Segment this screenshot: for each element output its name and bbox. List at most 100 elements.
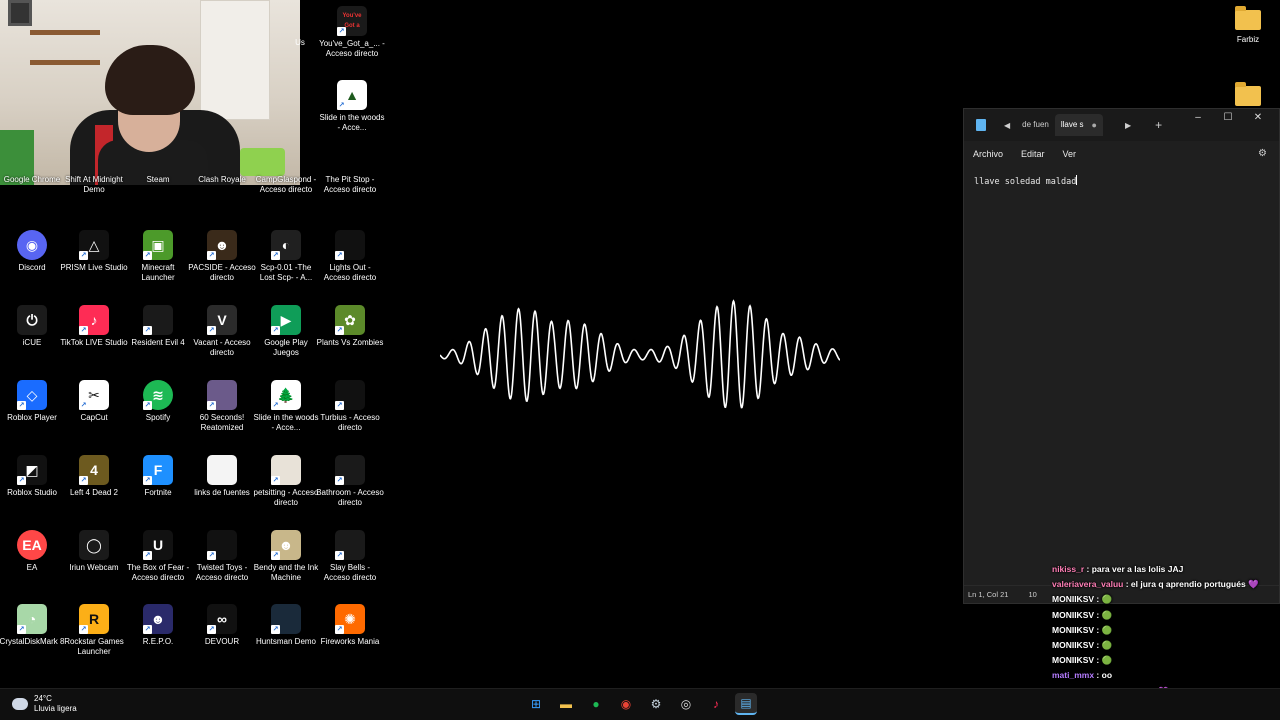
desktop-icon-resident-evil-4[interactable]: ↗ Resident Evil 4: [124, 305, 192, 348]
folder-icon: [1235, 82, 1261, 106]
menu-ver[interactable]: Ver: [1063, 149, 1077, 159]
shortcut-arrow-icon: ↗: [207, 401, 216, 410]
shortcut-arrow-icon: ↗: [143, 625, 152, 634]
shortcut-arrow-icon: ↗: [79, 476, 88, 485]
desktop-icon-left-4-dead-2[interactable]: 4 ↗ Left 4 Dead 2: [60, 455, 128, 498]
desktop-icon-huntsman-demo[interactable]: ↗ Huntsman Demo: [252, 604, 320, 647]
desktop-icon-slay-bells-acceso-directo[interactable]: ↗ Slay Bells - Acceso directo: [316, 530, 384, 583]
app-icon: 🌲 ↗: [271, 380, 301, 410]
menu-archivo[interactable]: Archivo: [973, 149, 1003, 159]
desktop-icon-youve-got[interactable]: You've Got a ↗ You've_Got_a_... - Acceso…: [318, 6, 386, 59]
desktop-icon-label: Discord: [18, 263, 46, 272]
desktop-icon-lights-out-acceso-directo[interactable]: ↗ Lights Out - Acceso directo: [316, 230, 384, 283]
poster: [8, 0, 32, 26]
desktop-icon-label: Steam: [146, 175, 170, 184]
steam-icon[interactable]: ⚙: [645, 693, 667, 715]
desktop-icon-label: You've_Got_a_... - Acceso directo: [319, 39, 385, 58]
desktop-icon-petsitting-acceso-directo[interactable]: ↗ petsitting - Acceso directo: [252, 455, 320, 508]
shortcut-arrow-icon: ↗: [335, 326, 344, 335]
desktop-icon-slide-in-the-woods-acce[interactable]: 🌲 ↗ Slide in the woods - Acce...: [252, 380, 320, 433]
desktop-icon-fireworks-mania[interactable]: ✺ ↗ Fireworks Mania: [316, 604, 384, 647]
tab-links-de-fuentes[interactable]: de fuen: [1016, 114, 1055, 136]
desktop-icon-the-pit-stop-acceso-directo[interactable]: The Pit Stop - Acceso directo: [316, 175, 384, 195]
desktop-icon-turbius-acceso-directo[interactable]: ↗ Turbius - Acceso directo: [316, 380, 384, 433]
desktop-icon-crystaldiskmark-8[interactable]: ◔ ↗ CrystalDiskMark 8: [0, 604, 66, 647]
desktop-icon-label: Vacant - Acceso directo: [193, 338, 251, 357]
desktop-icon-links-de-fuentes[interactable]: links de fuentes: [188, 455, 256, 498]
desktop-icon-plants-vs-zombies[interactable]: ✿ ↗ Plants Vs Zombies: [316, 305, 384, 348]
shortcut-arrow-icon: ↗: [17, 476, 26, 485]
chat-text: el jura q aprendio portugués 💜: [1130, 579, 1259, 590]
notepad-text-area[interactable]: llave soledad maldad: [964, 167, 1279, 587]
spotify-icon[interactable]: ●: [585, 693, 607, 715]
shortcut-arrow-icon: ↗: [143, 476, 152, 485]
chrome-icon[interactable]: ◉: [615, 693, 637, 715]
desktop-icon-google-play-juegos[interactable]: ▶ ↗ Google Play Juegos: [252, 305, 320, 358]
desktop-icon-google-chrome[interactable]: Google Chrome: [0, 175, 66, 185]
weather-temp: 24°C: [34, 694, 52, 703]
desktop-icon-campglaspond-acceso-directo[interactable]: CampGlaspond - Acceso directo: [252, 175, 320, 195]
app-glyph: ♪: [90, 312, 98, 328]
desktop-icon-bendy-and-the-ink-machine[interactable]: ☻ ↗ Bendy and the Ink Machine: [252, 530, 320, 583]
tab-llave[interactable]: llave s ●: [1054, 114, 1103, 136]
desktop-icon-rockstar-games-launcher[interactable]: R ↗ Rockstar Games Launcher: [60, 604, 128, 657]
desktop-icon-clash-royale[interactable]: Clash Royale: [188, 175, 256, 185]
menu-editar[interactable]: Editar: [1021, 149, 1045, 159]
desktop-icon-label: Rockstar Games Launcher: [64, 637, 124, 656]
tab-scroll-right-icon[interactable]: ▶: [1125, 121, 1131, 130]
desktop-icon-capcut[interactable]: ✂ ↗ CapCut: [60, 380, 128, 423]
app-glyph: EA: [22, 537, 42, 553]
notepad-icon[interactable]: ▤: [735, 693, 757, 715]
app-icon: ☻ ↗: [271, 530, 301, 560]
tab-scroll-left-icon[interactable]: ◀: [1004, 121, 1010, 130]
weather-widget[interactable]: 24°C Lluvia ligera: [12, 694, 77, 714]
desktop-icon-discord[interactable]: ◉ Discord: [0, 230, 66, 273]
minimize-button[interactable]: –: [1183, 109, 1213, 127]
settings-gear-icon[interactable]: ⚙: [1258, 148, 1267, 159]
start-icon[interactable]: ⊞: [525, 693, 547, 715]
desktop-icon-tiktok-live-studio[interactable]: ♪ ↗ TikTok LIVE Studio: [60, 305, 128, 348]
shortcut-arrow-icon: ↗: [271, 476, 280, 485]
desktop-icon-label: Twisted Toys - Acceso directo: [195, 563, 249, 582]
app-glyph: ✂: [88, 387, 100, 403]
shortcut-arrow-icon: ↗: [79, 326, 88, 335]
new-tab-button[interactable]: +: [1155, 118, 1162, 132]
desktop-icon-roblox-studio[interactable]: ◩ ↗ Roblox Studio: [0, 455, 66, 498]
desktop-icon-twisted-toys-acceso-directo[interactable]: ↗ Twisted Toys - Acceso directo: [188, 530, 256, 583]
chat-username: MONIIKSV: [1052, 639, 1095, 650]
close-button[interactable]: ✕: [1243, 109, 1273, 127]
tiktok-icon[interactable]: ♪: [705, 693, 727, 715]
desktop-icon-vacant-acceso-directo[interactable]: V ↗ Vacant - Acceso directo: [188, 305, 256, 358]
folder-label: Farbiz: [1236, 35, 1260, 44]
desktop-icon-ea[interactable]: EA EA: [0, 530, 66, 573]
chat-separator: :: [1094, 670, 1102, 681]
desktop-icon-shift-at-midnight-demo[interactable]: Shift At Midnight Demo: [60, 175, 128, 195]
desktop-icon-label: Fortnite: [144, 488, 172, 497]
obs-icon[interactable]: ◎: [675, 693, 697, 715]
desktop-icon-pacside-acceso-directo[interactable]: ☻ ↗ PACSIDE - Acceso directo: [188, 230, 256, 283]
editor-text: llave soledad maldad: [974, 177, 1077, 187]
desktop-icon-scp-0-01-the-lost-scp-a[interactable]: ◐ ↗ Scp-0.01 -The Lost Scp- - A...: [252, 230, 320, 283]
desktop-icon-icue[interactable]: ⏻ iCUE: [0, 305, 66, 348]
desktop-icon-bathroom-acceso-directo[interactable]: ↗ Bathroom - Acceso directo: [316, 455, 384, 508]
desktop-icon-minecraft-launcher[interactable]: ▣ ↗ Minecraft Launcher: [124, 230, 192, 283]
chat-message: MONIIKSV : 🟢: [1052, 638, 1280, 653]
desktop-icon-label: EA: [26, 563, 38, 572]
chat-separator: :: [1123, 579, 1131, 590]
desktop-icon-devour[interactable]: ∞ ↗ DEVOUR: [188, 604, 256, 647]
desktop-icon-iriun-webcam[interactable]: ◯ Iriun Webcam: [60, 530, 128, 573]
desktop-icon-prism-live-studio[interactable]: △ ↗ PRISM Live Studio: [60, 230, 128, 273]
maximize-button[interactable]: ☐: [1213, 109, 1243, 127]
desktop-icon-slide-in-the-woods-top[interactable]: ▲ ↗ Slide in the woods - Acce...: [318, 80, 386, 133]
desktop-folder-farbiz[interactable]: Farbiz: [1218, 6, 1278, 44]
desktop-icon-the-box-of-fear-acceso-directo[interactable]: U ↗ The Box of Fear - Acceso directo: [124, 530, 192, 583]
desktop-icon-r-e-p-o[interactable]: ☻ ↗ R.E.P.O.: [124, 604, 192, 647]
desktop-icon-spotify[interactable]: ≋ ↗ Spotify: [124, 380, 192, 423]
desktop-icon-roblox-player[interactable]: ◇ ↗ Roblox Player: [0, 380, 66, 423]
desktop-icon-steam[interactable]: Steam: [124, 175, 192, 185]
desktop-icon-fortnite[interactable]: F ↗ Fortnite: [124, 455, 192, 498]
desktop-icon-60-seconds-reatomized[interactable]: ↗ 60 Seconds! Reatomized: [188, 380, 256, 433]
app-glyph: ☻: [150, 611, 166, 627]
file-explorer-icon[interactable]: ▬: [555, 693, 577, 715]
notepad-window: ◀ de fuen llave s ● ▶ + – ☐ ✕ Archivo Ed…: [963, 108, 1280, 604]
